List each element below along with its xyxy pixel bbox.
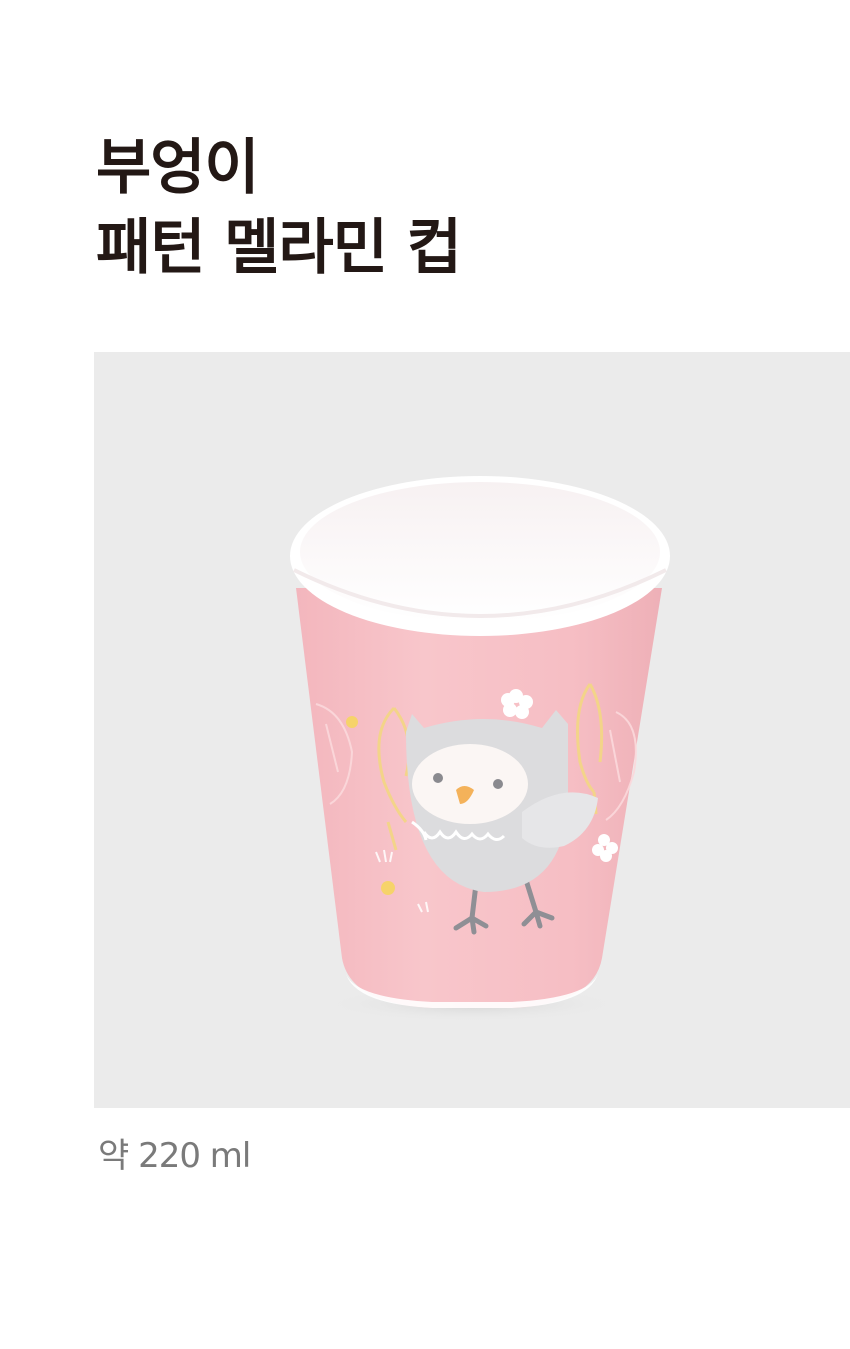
- product-title: 부엉이 패턴 멜라민 컵: [96, 128, 462, 288]
- owl-cup-illustration: [290, 476, 670, 1022]
- yellow-dot-top: [346, 716, 358, 728]
- cup-rim-inner: [300, 482, 660, 622]
- capacity-text: 약 220 ml: [98, 1136, 251, 1176]
- product-photo: [94, 352, 850, 1108]
- product-title-line-2: 패턴 멜라민 컵: [96, 213, 462, 283]
- yellow-dot-bottom: [381, 881, 395, 895]
- product-title-line-1: 부엉이: [96, 133, 260, 203]
